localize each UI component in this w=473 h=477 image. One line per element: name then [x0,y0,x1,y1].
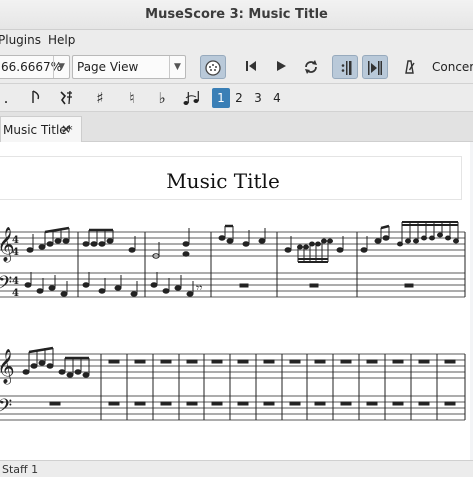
play-button[interactable] [268,55,294,79]
status-bar: Staff 1 [0,460,473,477]
rewind-button[interactable] [238,55,264,79]
play-repeats-button[interactable] [332,55,358,79]
menu-bar: Plugins Help [0,30,473,50]
metronome-button[interactable] [396,55,422,79]
score-notation[interactable]: 𝄞 𝄢 4 4 4 4 𝄞 𝄢 𝄾𝄾 [0,142,470,460]
note-input-toolbar: . ♯ ♮ ♭ 1 2 3 4 [0,84,473,112]
flat-icon[interactable]: ♭ [154,88,170,108]
chevron-down-icon[interactable]: ▼ [53,56,69,78]
dot-icon[interactable]: . [0,88,14,108]
view-mode-select[interactable]: Page View ▼ [72,55,186,79]
svg-text:𝄢: 𝄢 [0,396,12,421]
svg-text:𝄢: 𝄢 [0,273,12,298]
svg-text:4: 4 [12,247,19,258]
midi-icon [201,60,225,76]
close-icon[interactable]: × [61,122,71,136]
rest-icon[interactable] [56,88,76,108]
svg-text:4: 4 [12,235,19,246]
skip-back-icon [238,59,264,73]
concert-pitch-toggle[interactable]: Concert [432,55,473,79]
voice-1-button[interactable]: 1 [212,88,230,108]
voice-3-button[interactable]: 3 [249,88,267,108]
metronome-icon [396,59,422,75]
loop-button[interactable] [298,55,324,79]
main-toolbar: 66.6667% ▼ Page View ▼ Concer [0,50,473,84]
svg-text:𝄾𝄾: 𝄾𝄾 [196,281,202,295]
window-titlebar: MuseScore 3: Music Title [0,0,473,30]
natural-icon[interactable]: ♮ [124,88,140,108]
menu-plugins[interactable]: Plugins [0,33,41,47]
menu-help[interactable]: Help [48,33,75,47]
score-page[interactable]: Music Title 𝄞 𝄢 4 4 4 4 𝄞 𝄢 𝄾𝄾 [0,142,470,460]
score-canvas[interactable]: Music Title 𝄞 𝄢 4 4 4 4 𝄞 𝄢 𝄾𝄾 [0,142,473,460]
svg-text:4: 4 [12,288,19,299]
voice-2-button[interactable]: 2 [230,88,248,108]
score-tab-bar: Music Title* × [0,112,473,142]
sharp-icon[interactable]: ♯ [92,88,108,108]
chevron-down-icon[interactable]: ▼ [169,56,185,78]
voice-4-button[interactable]: 4 [268,88,286,108]
repeat-icon [333,60,357,76]
play-icon [268,59,294,73]
pan-score-button[interactable] [362,55,388,79]
loop-icon [298,59,324,75]
zoom-combobox[interactable]: 66.6667% ▼ [0,55,70,79]
status-text: Staff 1 [2,463,39,476]
midi-input-button[interactable] [200,55,226,79]
grace-note-icon[interactable] [28,88,44,108]
tie-icon[interactable] [182,88,200,108]
pan-icon [363,60,387,76]
view-mode-value: Page View [77,60,139,74]
window-title: MuseScore 3: Music Title [145,7,328,22]
score-tab[interactable]: Music Title* × [0,116,82,142]
svg-text:𝄞: 𝄞 [0,349,15,385]
svg-text:4: 4 [12,276,19,287]
